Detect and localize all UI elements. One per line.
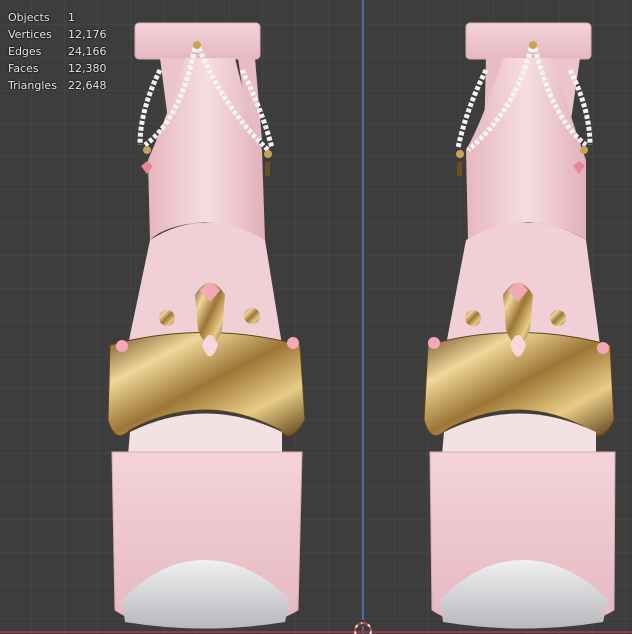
3d-viewport[interactable]: Objects 1 Vertices 12,176 Edges 24,166 F… [0, 0, 632, 634]
stat-label: Objects [8, 11, 50, 24]
stat-value: 12,380 [68, 62, 107, 75]
stat-value: 24,166 [68, 45, 107, 58]
stat-label: Triangles [8, 79, 57, 92]
statistics-overlay: Objects 1 Vertices 12,176 Edges 24,166 F… [8, 9, 107, 94]
stat-value: 22,648 [68, 79, 107, 92]
stat-label: Edges [8, 45, 42, 58]
stat-row-edges: Edges 24,166 [8, 43, 107, 60]
stat-value: 1 [68, 11, 75, 24]
stat-label: Vertices [8, 28, 52, 41]
stat-row-vertices: Vertices 12,176 [8, 26, 107, 43]
stat-row-faces: Faces 12,380 [8, 60, 107, 77]
stat-row-triangles: Triangles 22,648 [8, 77, 107, 94]
stat-row-objects: Objects 1 [8, 9, 107, 26]
viewport-canvas[interactable] [0, 0, 632, 634]
stat-label: Faces [8, 62, 39, 75]
stat-value: 12,176 [68, 28, 107, 41]
